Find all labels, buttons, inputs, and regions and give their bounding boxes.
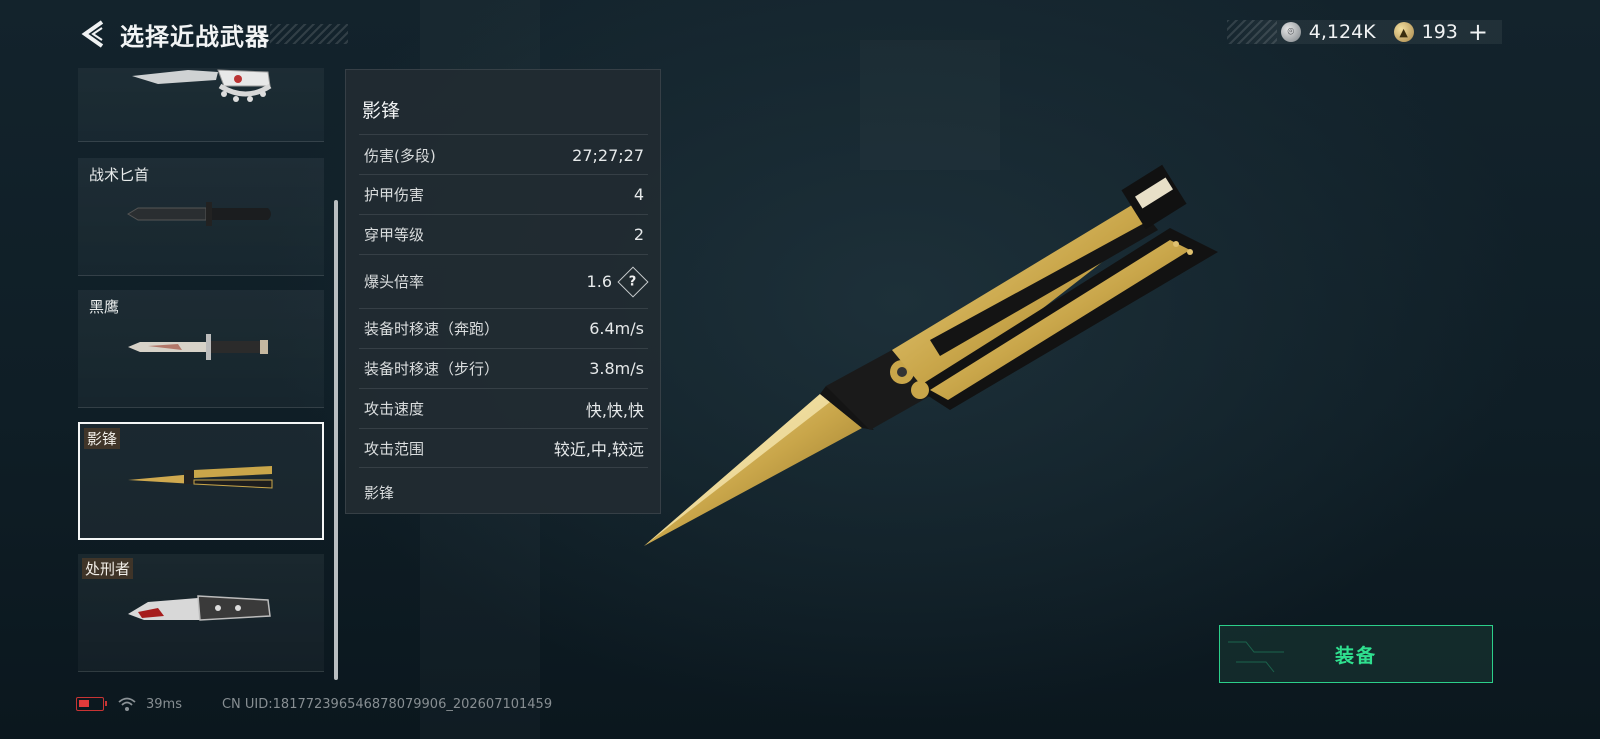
equip-button-decoration [1228,641,1284,673]
stat-label: 攻击速度 [364,400,425,418]
user-uid: CN UID:18177239654687807990​6_2026071014… [221,696,553,712]
stat-label: 穿甲等级 [364,226,425,244]
weapon-list[interactable]: 战术匕首 黑鹰 影锋 处刑者 [78,68,340,680]
header: 选择近战武器 [78,18,348,51]
weapon-name: 黑鹰 [89,298,120,316]
status-footer: 39ms CN UID:18177239654687807990​6_20260… [76,694,552,714]
stat-label: 护甲伤害 [364,186,425,204]
weapon-card[interactable] [78,68,324,142]
ping-value: 39ms [146,696,182,712]
stat-label: 装备时移速（奔跑） [364,320,500,338]
equip-button[interactable]: 装备 [1219,625,1493,683]
title-hatch-decoration [270,24,348,44]
stat-row-damage: 伤害(多段) 27;27;27 [359,134,648,176]
stats-panel: 影锋 伤害(多段) 27;27;27 护甲伤害 4 穿甲等级 2 爆头倍率 1.… [345,69,661,514]
stat-row-run-speed: 装备时移速（奔跑） 6.4m/s [359,308,648,348]
stat-label: 伤害(多段) [364,147,436,165]
stat-row-penetration: 穿甲等级 2 [359,214,648,254]
stat-label: 装备时移速（步行） [364,360,500,378]
stats-title: 影锋 [362,100,401,122]
currency-hatch-decoration [1226,20,1277,44]
weapon-card[interactable]: 战术匕首 [78,158,324,276]
weapon-preview-image [644,164,1218,546]
stat-row-attack-range: 攻击范围 较近,中,较远 [359,428,648,468]
title-wrap: 选择近战武器 [120,18,348,51]
silver-coin-icon: ⌾ [1280,22,1301,42]
currency-bar: ⌾ 4,124K ▲ 193 + [1226,20,1502,44]
butterfly-knife-thumbnail [128,466,273,489]
weapon-name: 战术匕首 [89,166,150,184]
equip-button-label: 装备 [1334,644,1377,667]
weapon-name: 影锋 [84,428,121,449]
add-currency-button[interactable]: + [1468,20,1488,44]
weapon-card-selected[interactable]: 影锋 [78,422,324,540]
wifi-icon [118,697,136,711]
stat-row-headshot: 爆头倍率 1.6 ? [359,254,649,308]
tactical-dagger-thumbnail [127,202,271,226]
executioner-knife-thumbnail [128,595,271,621]
stat-row-armor-damage: 护甲伤害 4 [359,174,648,214]
battery-low-icon [76,697,107,711]
stat-label: 爆头倍率 [364,273,425,291]
stat-label: 攻击范围 [364,439,425,458]
page-title: 选择近战武器 [120,22,270,51]
stat-value: 1.6 [586,272,612,291]
stat-row-walk-speed: 装备时移速（步行） 3.8m/s [359,348,648,388]
black-hawk-knife-thumbnail [128,334,268,360]
back-arrow-icon[interactable] [78,18,108,50]
knuckle-knife-thumbnail [132,69,272,102]
weapon-card[interactable]: 黑鹰 [78,290,324,408]
weapon-name: 处刑者 [82,558,134,579]
stats-description: 影锋 [364,484,395,502]
stat-row-attack-speed: 攻击速度 快,快,快 [359,388,648,428]
gold-coin-icon: ▲ [1393,22,1414,42]
weapon-card[interactable]: 处刑者 [78,554,324,672]
silver-coin-amount: 4,124K [1308,21,1376,43]
background-streak [860,40,1000,170]
weapon-list-scrollbar[interactable] [334,200,338,680]
gold-coin-amount: 193 [1421,21,1458,43]
